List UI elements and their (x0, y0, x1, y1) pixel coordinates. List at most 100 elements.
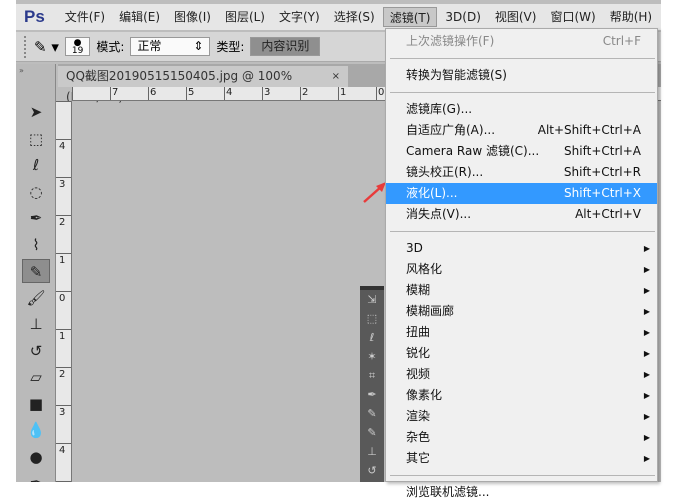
menu-separator (390, 231, 655, 232)
submenu-item[interactable]: 渲染 ▶ (386, 406, 657, 427)
ruler-label: 6 (150, 87, 157, 98)
submenu-arrow-icon: ▶ (643, 328, 650, 337)
mini-tool-icon[interactable]: ✎ (360, 404, 384, 423)
menu-item[interactable]: 浏览联机滤镜... (386, 482, 657, 503)
menu-item-label: 渲染 (406, 409, 431, 423)
quick-selection-tool-icon[interactable]: ◌ (22, 180, 50, 204)
submenu-item[interactable]: 3D ▶ (386, 238, 657, 259)
submenu-item[interactable]: 像素化 ▶ (386, 385, 657, 406)
pen-tool-icon[interactable]: ✒ (22, 471, 50, 482)
grip-handle[interactable] (24, 35, 28, 58)
document-tab[interactable]: QQ截图20190515150405.jpg @ 100%(RGB/8#)× (58, 66, 348, 104)
mini-tool-icon[interactable]: ✶ (360, 347, 384, 366)
menu-item-label: 模糊画廊 (406, 304, 455, 318)
menu-item-label: 滤镜库(G)... (406, 102, 473, 116)
spot-healing-preset-icon[interactable]: ✎ ▾ (34, 38, 59, 56)
menu-item-label: 风格化 (406, 262, 443, 276)
type-content-aware-button[interactable]: 内容识别 (250, 37, 321, 56)
menu-separator (390, 92, 655, 93)
menu-item-label: 镜头校正(R)... (406, 165, 484, 179)
ruler-label: 2 (59, 369, 66, 380)
menu-item[interactable]: 液化(L)... Shift+Ctrl+X (386, 183, 657, 204)
menu-0[interactable]: 文件(F) (59, 7, 111, 27)
submenu-item[interactable]: 模糊 ▶ (386, 280, 657, 301)
menu-item-label: 像素化 (406, 388, 443, 402)
submenu-arrow-icon: ▶ (643, 307, 650, 316)
menu-item[interactable]: 转换为智能滤镜(S) (386, 65, 657, 86)
shortcut: Shift+Ctrl+X (564, 186, 641, 200)
submenu-arrow-icon: ▶ (643, 433, 650, 442)
menu-2[interactable]: 图像(I) (168, 7, 217, 27)
floating-tools-panel[interactable]: ⇲ ⬚ ℓ ✶ ⌗ ✒ ✎ ✎ ⊥ ↺ (360, 286, 384, 482)
submenu-arrow-icon: ▶ (643, 391, 650, 400)
shortcut: Shift+Ctrl+A (564, 144, 641, 158)
menu-item[interactable]: 滤镜库(G)... (386, 99, 657, 120)
submenu-item[interactable]: 扭曲 ▶ (386, 322, 657, 343)
clone-stamp-tool-icon[interactable]: ⊥ (22, 312, 50, 336)
menu-item-label: 锐化 (406, 346, 431, 360)
submenu-arrow-icon: ▶ (643, 286, 650, 295)
mini-tool-icon[interactable]: ⇲ (360, 290, 384, 309)
submenu-item[interactable]: 杂色 ▶ (386, 427, 657, 448)
mini-tool-icon[interactable]: ↺ (360, 461, 384, 480)
menu-6[interactable]: 滤镜(T) (382, 7, 438, 27)
submenu-item[interactable]: 模糊画廊 ▶ (386, 301, 657, 322)
ruler-label: 0 (59, 293, 66, 304)
menu-9[interactable]: 窗口(W) (544, 7, 601, 27)
shortcut: Ctrl+F (602, 34, 641, 48)
menu-item[interactable]: 镜头校正(R)... Shift+Ctrl+R (386, 162, 657, 183)
collapse-icon[interactable]: » (19, 66, 24, 75)
submenu-arrow-icon: ▶ (643, 244, 650, 253)
submenu-item[interactable]: 风格化 ▶ (386, 259, 657, 280)
submenu-item[interactable]: 视频 ▶ (386, 364, 657, 385)
mini-tool-icon[interactable]: ⌗ (360, 366, 384, 385)
history-brush-tool-icon[interactable]: ↺ (22, 339, 50, 363)
menu-item-label: 杂色 (406, 430, 431, 444)
ruler-label: 4 (59, 141, 66, 152)
ruler-label: 4 (59, 445, 66, 456)
brush-size-picker[interactable]: ● 19 (64, 37, 91, 56)
type-label: 类型: (216, 40, 245, 54)
brush-size-value: 19 (71, 46, 84, 56)
menu-8[interactable]: 视图(V) (489, 7, 543, 27)
mini-tool-icon[interactable]: ℓ (360, 328, 384, 347)
filter-menu: 上次滤镜操作(F) Ctrl+F 转换为智能滤镜(S) 滤镜库(G)... 自适应广角(… (385, 28, 658, 499)
ruler-label: 0 (378, 87, 385, 98)
submenu-arrow-icon: ▶ (643, 265, 650, 274)
spot-healing-brush-tool-icon[interactable]: ✎ (22, 259, 50, 283)
marquee-tool-icon[interactable]: ⬚ (22, 127, 50, 151)
menu-3[interactable]: 图层(L) (219, 7, 271, 27)
menu-1[interactable]: 编辑(E) (113, 7, 166, 27)
menu-5[interactable]: 选择(S) (328, 7, 381, 27)
blur-tool-icon[interactable]: 💧 (22, 418, 50, 442)
close-tab-icon[interactable]: × (332, 66, 340, 87)
menu-item[interactable]: 消失点(V)... Alt+Ctrl+V (386, 204, 657, 225)
ruler-label: 3 (264, 87, 271, 98)
menu-item-label: 消失点(V)... (406, 207, 472, 221)
mini-tool-icon[interactable]: ✒ (360, 385, 384, 404)
mini-tool-icon[interactable]: ⬚ (360, 309, 384, 328)
menu-item[interactable]: 自适应广角(A)... Alt+Shift+Ctrl+A (386, 120, 657, 141)
lasso-tool-icon[interactable]: ℓ (22, 153, 50, 177)
menu-item[interactable]: Camera Raw 滤镜(C)... Shift+Ctrl+A (386, 141, 657, 162)
menu-item-label: 3D (406, 241, 423, 255)
crop-tool-icon[interactable]: ✒ (22, 206, 50, 230)
mini-tool-icon[interactable]: ⊥ (360, 442, 384, 461)
shortcut: Alt+Ctrl+V (575, 207, 641, 221)
menu-4[interactable]: 文字(Y) (273, 7, 326, 27)
brush-tool-icon[interactable]: 🖌 (22, 286, 50, 310)
move-tool-icon[interactable]: ➤ (22, 100, 50, 124)
menu-10[interactable]: 帮助(H) (604, 7, 658, 27)
menu-separator (390, 58, 655, 59)
menu-7[interactable]: 3D(D) (439, 7, 486, 27)
eraser-tool-icon[interactable]: ▱ (22, 365, 50, 389)
submenu-item[interactable]: 其它 ▶ (386, 448, 657, 469)
mini-tool-icon[interactable]: ✎ (360, 423, 384, 442)
ruler-label: 1 (59, 255, 66, 266)
gradient-tool-icon[interactable]: ■ (22, 392, 50, 416)
submenu-item[interactable]: 锐化 ▶ (386, 343, 657, 364)
eyedropper-tool-icon[interactable]: ⌇ (22, 233, 50, 257)
dodge-tool-icon[interactable]: ● (22, 445, 50, 469)
menu-item[interactable]: 上次滤镜操作(F) Ctrl+F (386, 31, 657, 52)
mode-select[interactable]: 正常 ⇕ (130, 37, 211, 56)
